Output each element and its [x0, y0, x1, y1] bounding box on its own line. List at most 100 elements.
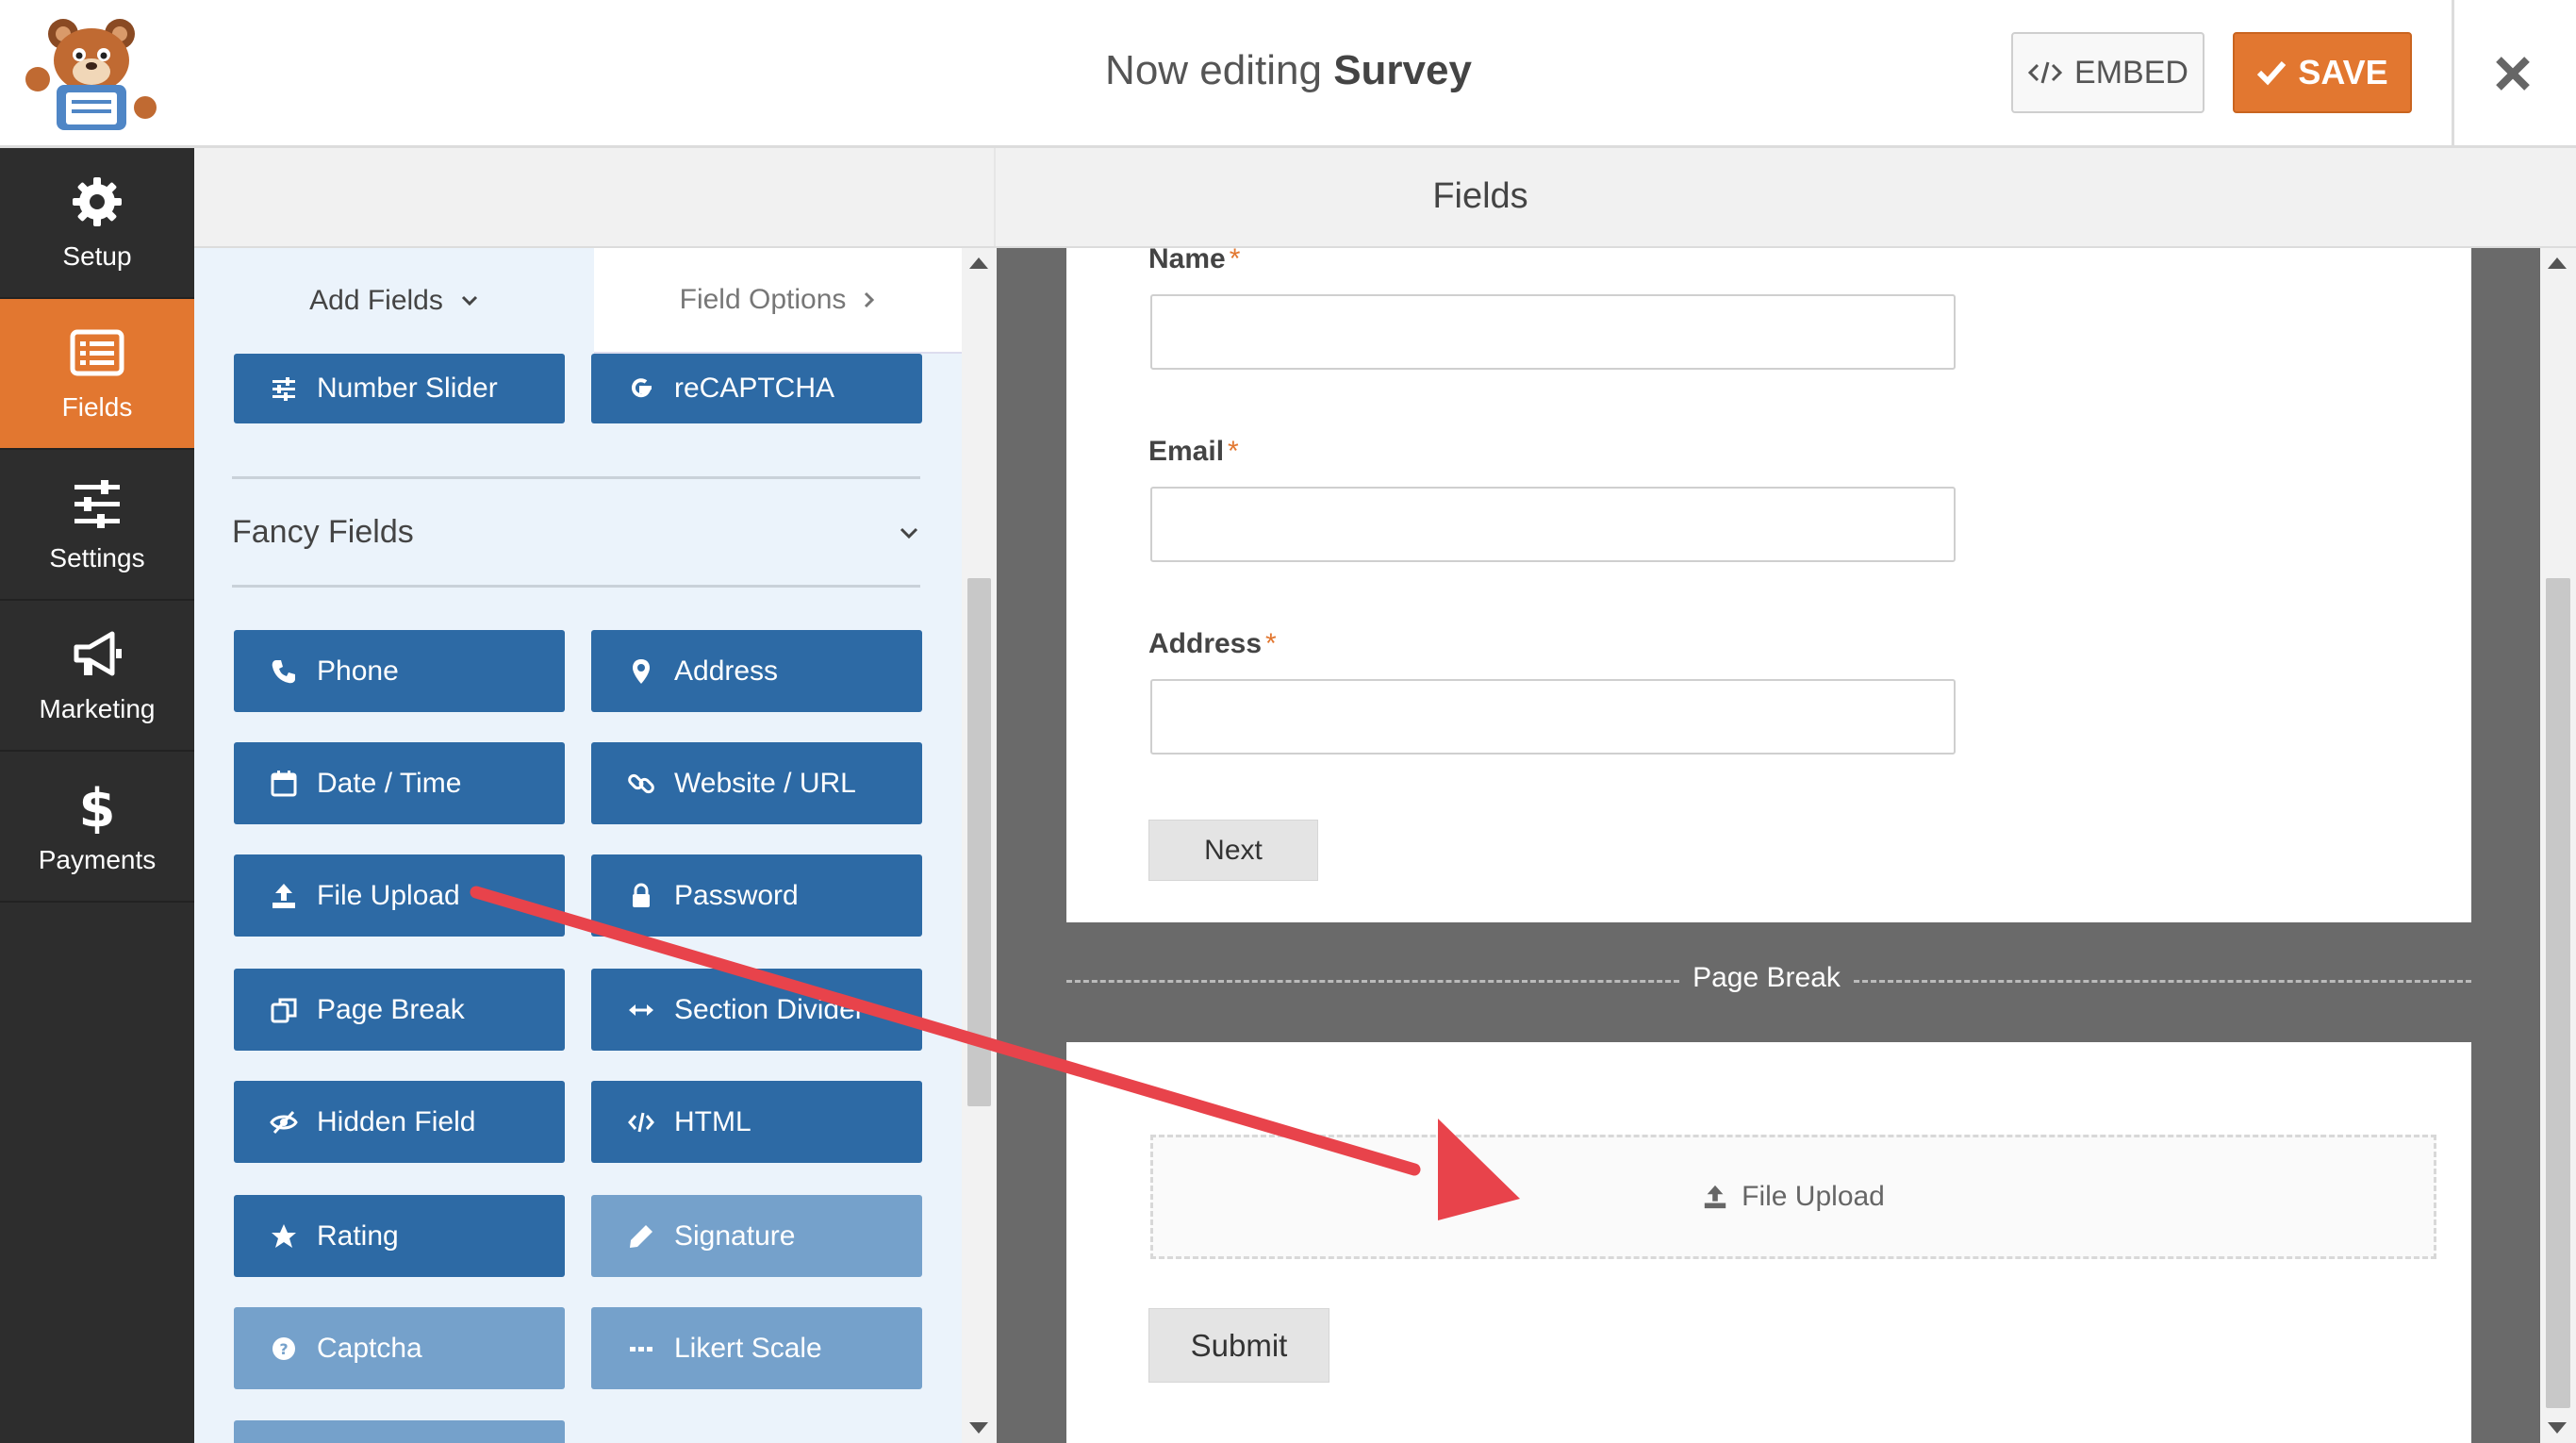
sidebar-item-setup[interactable]: Setup — [0, 148, 194, 299]
field-button-label: Password — [674, 879, 799, 911]
address-input[interactable] — [1150, 679, 1956, 755]
scrollbar-thumb[interactable] — [2546, 578, 2570, 1408]
svg-text:?: ? — [279, 1340, 288, 1358]
code-icon — [628, 1112, 654, 1132]
field-button-label: Number Slider — [317, 373, 498, 404]
field-button-label: Signature — [674, 1219, 796, 1252]
field-button-label: Likert Scale — [674, 1332, 822, 1364]
field-button-rating[interactable]: Rating — [234, 1195, 565, 1277]
field-button-label: Phone — [317, 655, 399, 687]
fields-list-icon — [70, 329, 124, 376]
field-button-recaptcha[interactable]: reCAPTCHA — [591, 354, 922, 423]
field-button-phone[interactable]: Phone — [234, 630, 565, 712]
sidebar-item-label: Setup — [62, 241, 132, 271]
scroll-up-arrow[interactable] — [2548, 257, 2567, 269]
upload-icon — [1704, 1185, 1726, 1209]
field-button-label: reCAPTCHA — [674, 373, 835, 404]
page-break-label: Page Break — [1693, 962, 1841, 993]
name-input[interactable] — [1150, 294, 1956, 370]
link-icon — [628, 773, 654, 793]
divider — [232, 476, 920, 479]
field-button-page-break[interactable]: Page Break — [234, 969, 565, 1051]
pencil-icon — [630, 1224, 652, 1248]
upload-icon — [272, 883, 295, 908]
field-button-date-time[interactable]: Date / Time — [234, 742, 565, 824]
field-button-label: HTML — [674, 1105, 751, 1137]
check-icon — [2257, 60, 2287, 86]
sidebar-item-fields[interactable]: Fields — [0, 299, 194, 450]
sidebar-item-settings[interactable]: Settings — [0, 450, 194, 601]
add-fields-panel: Add Fields Field Options Number Slider r… — [194, 248, 962, 1443]
embed-button[interactable]: EMBED — [2011, 32, 2204, 113]
field-button-label: Page Break — [317, 993, 465, 1025]
phone-icon — [272, 659, 295, 683]
tab-field-options[interactable]: Field Options — [594, 248, 962, 354]
scrollbar-thumb[interactable] — [967, 578, 991, 1106]
google-icon — [631, 378, 652, 398]
sliders-icon — [272, 377, 295, 401]
scroll-down-arrow[interactable] — [2548, 1422, 2567, 1434]
save-label: SAVE — [2298, 53, 2388, 91]
section-header: Fields — [194, 148, 2576, 248]
field-button-label: File Upload — [317, 879, 460, 911]
label-text: Address — [1148, 628, 1263, 659]
upload-placeholder: File Upload — [1742, 1181, 1885, 1212]
required-mark: * — [1229, 243, 1241, 274]
sidebar-item-marketing[interactable]: Marketing — [0, 601, 194, 752]
field-button-likert-scale[interactable]: Likert Scale — [591, 1307, 922, 1389]
field-button-captcha[interactable]: ? Captcha — [234, 1307, 565, 1389]
preview-scrollbar[interactable] — [2540, 248, 2576, 1443]
field-button-address[interactable]: Address — [591, 630, 922, 712]
save-button[interactable]: SAVE — [2233, 32, 2412, 113]
section-title: Fields — [1432, 176, 1528, 216]
page-title: Now editing Survey — [1037, 47, 1540, 94]
field-button-signature[interactable]: Signature — [591, 1195, 922, 1277]
field-button-label: Hidden Field — [317, 1105, 476, 1137]
tab-label: Add Fields — [309, 285, 443, 316]
lock-icon — [633, 883, 650, 907]
scroll-up-arrow[interactable] — [969, 257, 988, 269]
header-divider — [2452, 0, 2454, 148]
star-icon — [272, 1223, 296, 1248]
code-icon — [2027, 61, 2063, 84]
chevron-down-icon — [461, 295, 477, 307]
wpforms-bear-logo — [25, 19, 157, 130]
sidebar-item-payments[interactable]: $ Payments — [0, 752, 194, 903]
field-button-file-upload[interactable]: File Upload — [234, 854, 565, 937]
field-button-hidden-field[interactable]: Hidden Field — [234, 1081, 565, 1163]
field-button-label: Section Divider — [674, 993, 865, 1025]
close-icon — [2496, 57, 2530, 91]
required-mark: * — [1265, 628, 1277, 659]
tab-add-fields[interactable]: Add Fields — [194, 248, 594, 354]
submit-button[interactable]: Submit — [1148, 1308, 1329, 1383]
close-button[interactable] — [2480, 38, 2546, 109]
sidebar-item-label: Settings — [49, 543, 145, 572]
tab-label: Field Options — [679, 284, 847, 315]
field-button-number-slider[interactable]: Number Slider — [234, 354, 565, 423]
panel-scrollbar[interactable] — [962, 248, 997, 1443]
field-button-html[interactable]: HTML — [591, 1081, 922, 1163]
scroll-down-arrow[interactable] — [969, 1422, 988, 1434]
fancy-fields-header[interactable]: Fancy Fields — [232, 514, 920, 551]
divider — [232, 585, 920, 588]
file-upload-dropzone[interactable]: File Upload — [1150, 1135, 2436, 1259]
field-button-partial[interactable] — [234, 1420, 565, 1443]
left-sidebar: Setup Fields Settings Marketing $ Paymen… — [0, 148, 194, 1443]
dashed-line — [1066, 980, 1679, 983]
field-label-address: Address * — [1148, 628, 1277, 660]
panel-header-area — [194, 148, 996, 246]
map-marker-icon — [633, 658, 650, 684]
page-break-divider[interactable]: Page Break — [1066, 922, 2471, 1042]
gear-icon — [73, 177, 122, 226]
next-button[interactable]: Next — [1148, 820, 1318, 881]
email-input[interactable] — [1150, 487, 1956, 562]
sidebar-item-label: Payments — [38, 845, 157, 874]
field-button-website-url[interactable]: Website / URL — [591, 742, 922, 824]
calendar-icon — [271, 770, 297, 796]
title-prefix: Now editing — [1105, 47, 1322, 93]
sidebar-item-label: Fields — [61, 392, 133, 422]
field-button-section-divider[interactable]: Section Divider — [591, 969, 922, 1051]
field-button-label: Captcha — [317, 1332, 422, 1364]
form-name: Survey — [1333, 47, 1472, 93]
field-button-password[interactable]: Password — [591, 854, 922, 937]
